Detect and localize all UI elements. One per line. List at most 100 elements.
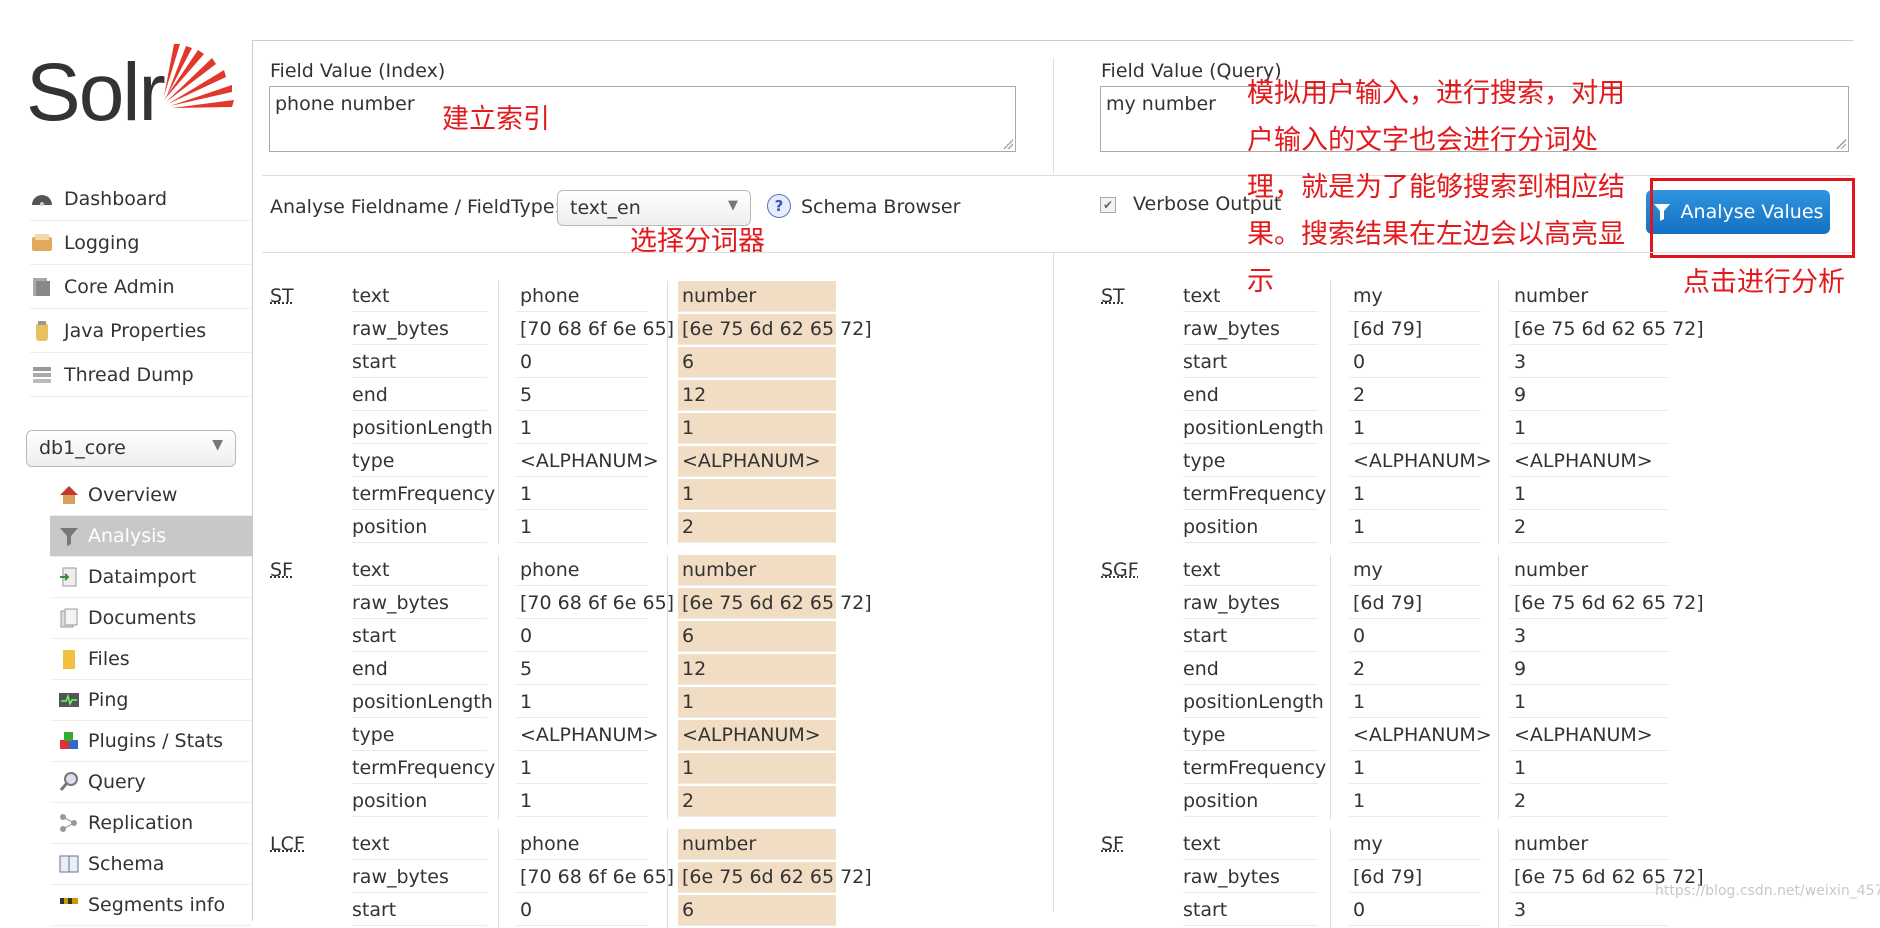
annotation-index: 建立索引: [442, 104, 550, 135]
attribute-name: termFrequency: [352, 753, 495, 784]
token-value: 1: [1349, 687, 1481, 718]
home-icon: [58, 484, 80, 506]
core-item-dataimport[interactable]: Dataimport: [50, 557, 252, 598]
attribute-name: position: [1183, 512, 1318, 543]
core-item-ping[interactable]: Ping: [50, 680, 252, 721]
sidebar-item-label: Logging: [64, 231, 140, 254]
attribute-name: type: [1183, 720, 1318, 751]
sidebar-item-java-properties[interactable]: Java Properties: [30, 309, 252, 353]
thread-dump-icon: [30, 363, 54, 387]
token-value: <ALPHANUM>: [1349, 446, 1492, 477]
attribute-name: end: [352, 654, 487, 685]
sidebar-item-dashboard[interactable]: Dashboard: [30, 177, 252, 221]
attribute-name: position: [1183, 786, 1318, 817]
token-value: [6e 75 6d 62 65 72]: [678, 314, 872, 345]
annotation-button: 点击进行分析: [1683, 267, 1845, 298]
token-value: 1: [516, 687, 648, 718]
magnifier-icon: [58, 771, 80, 793]
token-value: 1: [1349, 479, 1481, 510]
schema-browser-link[interactable]: Schema Browser: [801, 196, 960, 218]
query-value-text: my number: [1106, 93, 1216, 115]
token-value: number: [678, 281, 836, 312]
token-value: [6d 79]: [1349, 862, 1481, 893]
attribute-name: start: [1183, 621, 1318, 652]
stage-name[interactable]: SF: [1101, 833, 1124, 855]
token-value: phone: [516, 555, 648, 586]
token-value: 0: [1349, 895, 1481, 926]
token-value: [6e 75 6d 62 65 72]: [1510, 314, 1704, 345]
token-value: 1: [1510, 413, 1668, 444]
token-value: 12: [678, 380, 836, 411]
schema-icon: [58, 853, 80, 875]
token-value: 1: [516, 786, 648, 817]
attribute-name: termFrequency: [352, 479, 495, 510]
stage-name[interactable]: ST: [270, 285, 294, 307]
token-value: 1: [1510, 753, 1668, 784]
sidebar-item-label: Thread Dump: [64, 363, 194, 386]
index-field-label: Field Value (Index): [270, 60, 446, 82]
attribute-name: raw_bytes: [1183, 862, 1318, 893]
token-value: my: [1349, 281, 1481, 312]
index-value-text: phone number: [275, 93, 415, 115]
core-item-replication[interactable]: Replication: [50, 803, 252, 844]
core-item-segments-info[interactable]: Segments info: [50, 885, 252, 926]
sidebar-item-thread-dump[interactable]: Thread Dump: [30, 353, 252, 397]
attribute-name: type: [352, 720, 487, 751]
attribute-name: text: [1183, 281, 1318, 312]
attribute-name: text: [352, 829, 487, 860]
token-value: 0: [516, 621, 648, 652]
resize-grip-icon[interactable]: [1003, 139, 1013, 149]
attribute-name: termFrequency: [1183, 753, 1326, 784]
token-value: <ALPHANUM>: [1510, 446, 1668, 477]
core-selector[interactable]: db1_core ▼: [26, 430, 236, 467]
attribute-name: raw_bytes: [1183, 588, 1318, 619]
token-value: 9: [1510, 380, 1668, 411]
sidebar-item-logging[interactable]: Logging: [30, 221, 252, 265]
token-value: 1: [1349, 413, 1481, 444]
core-item-schema[interactable]: Schema: [50, 844, 252, 885]
core-item-plugins-stats[interactable]: Plugins / Stats: [50, 721, 252, 762]
token-value: 1: [678, 413, 836, 444]
token-value: 3: [1510, 347, 1668, 378]
token-value: <ALPHANUM>: [1349, 720, 1492, 751]
attribute-name: start: [1183, 347, 1318, 378]
segments-icon: [58, 894, 80, 916]
index-value-textarea[interactable]: phone number: [269, 86, 1016, 152]
token-value: 3: [1510, 895, 1668, 926]
attribute-name: type: [1183, 446, 1318, 477]
core-item-analysis[interactable]: Analysis: [50, 516, 252, 557]
attribute-name: positionLength: [1183, 413, 1324, 444]
stage-name[interactable]: ST: [1101, 285, 1125, 307]
fieldtype-value: text_en: [570, 197, 641, 219]
sidebar-item-label: Core Admin: [64, 275, 175, 298]
verbose-output-checkbox[interactable]: ✔: [1100, 197, 1116, 213]
token-value: 1: [678, 687, 836, 718]
token-value: <ALPHANUM>: [678, 720, 836, 751]
annotation-query-line: 理，就是为了能够搜索到相应结: [1247, 172, 1625, 203]
stage-name[interactable]: SF: [270, 559, 293, 581]
token-value: 2: [1510, 786, 1668, 817]
core-item-documents[interactable]: Documents: [50, 598, 252, 639]
token-value: 0: [516, 347, 648, 378]
attribute-name: end: [352, 380, 487, 411]
core-item-files[interactable]: Files: [50, 639, 252, 680]
stage-name[interactable]: SGF: [1101, 559, 1139, 581]
help-icon[interactable]: ?: [767, 194, 791, 218]
sidebar-item-core-admin[interactable]: Core Admin: [30, 265, 252, 309]
core-item-overview[interactable]: Overview: [50, 475, 252, 516]
token-value: 0: [516, 895, 648, 926]
token-value: [6e 75 6d 62 65 72]: [1510, 588, 1704, 619]
token-value: 6: [678, 621, 836, 652]
core-item-query[interactable]: Query: [50, 762, 252, 803]
token-value: 1: [516, 512, 648, 543]
chevron-down-icon: ▼: [212, 437, 223, 453]
funnel-icon: [58, 525, 80, 547]
token-value: <ALPHANUM>: [1510, 720, 1668, 751]
attribute-name: end: [1183, 380, 1318, 411]
resize-grip-icon[interactable]: [1836, 139, 1846, 149]
stage-name[interactable]: LCF: [270, 833, 305, 855]
token-value: 2: [1510, 512, 1668, 543]
column-separator: [1330, 829, 1331, 928]
column-separator: [1330, 555, 1331, 819]
attribute-name: raw_bytes: [352, 314, 487, 345]
